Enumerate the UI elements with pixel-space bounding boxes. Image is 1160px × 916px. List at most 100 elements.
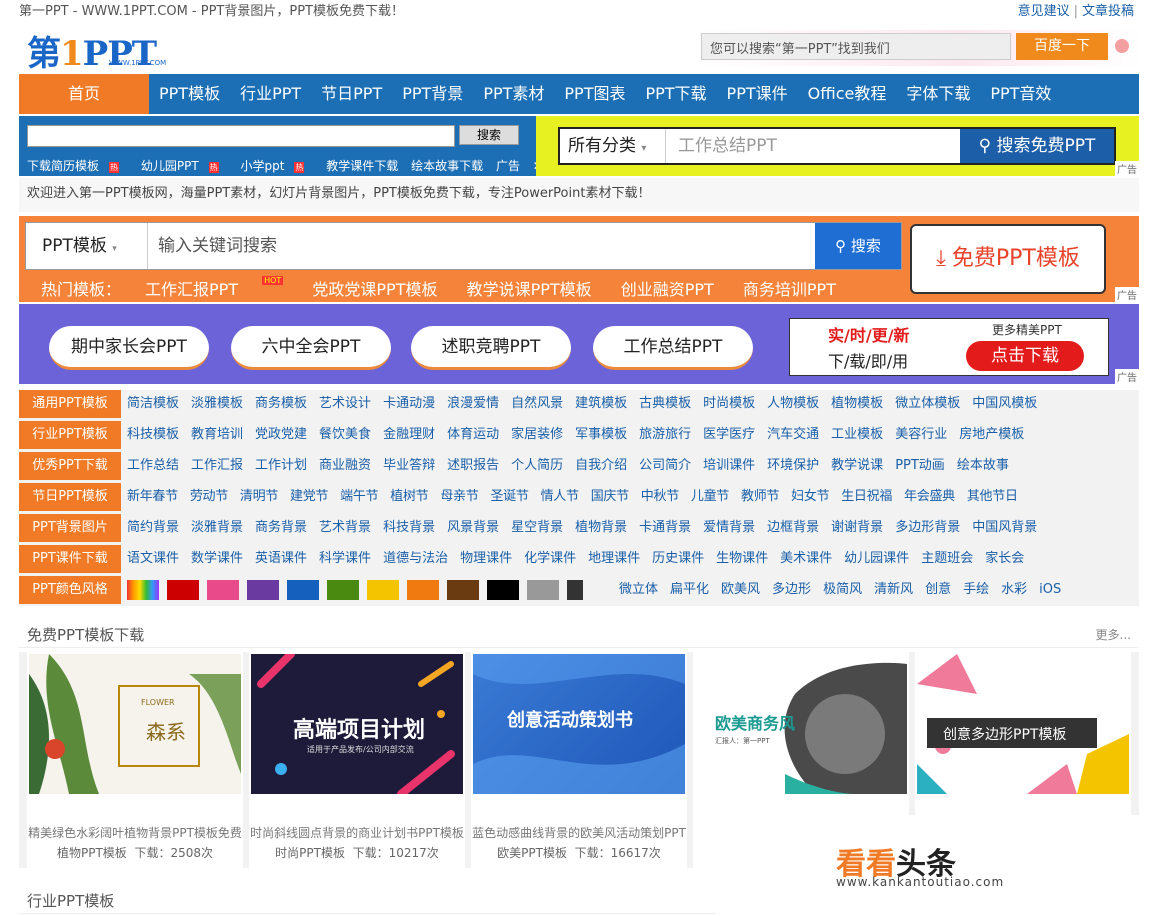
- category-link[interactable]: 植物模板: [831, 396, 883, 411]
- category-link[interactable]: 工作汇报: [191, 458, 243, 473]
- color-swatch[interactable]: [327, 580, 359, 600]
- category-link[interactable]: 教学说课: [831, 458, 883, 473]
- category-link[interactable]: 绘本故事: [957, 458, 1009, 473]
- category-link[interactable]: 主题班会: [921, 551, 973, 566]
- category-link[interactable]: 自然风景: [511, 396, 563, 411]
- category-link[interactable]: 餐饮美食: [319, 427, 371, 442]
- nav-item[interactable]: PPT课件: [717, 74, 798, 114]
- ad-link[interactable]: 下载简历模板热: [27, 159, 128, 173]
- category-link[interactable]: 星空背景: [511, 520, 563, 535]
- style-link[interactable]: 清新风: [874, 582, 913, 597]
- style-link[interactable]: 多边形: [772, 582, 811, 597]
- category-link[interactable]: 母亲节: [440, 489, 478, 504]
- category-link[interactable]: 历史课件: [652, 551, 704, 566]
- nav-item[interactable]: PPT背景: [392, 74, 473, 114]
- category-link[interactable]: 简约背景: [127, 520, 179, 535]
- category-link[interactable]: 科技模板: [127, 427, 179, 442]
- nav-item[interactable]: Office教程: [798, 74, 897, 114]
- category-link[interactable]: 商业融资: [319, 458, 371, 473]
- category-link[interactable]: 浪漫爱情: [447, 396, 499, 411]
- template-title[interactable]: 蓝色动感曲线背景的欧美风活动策划PPT: [471, 824, 687, 841]
- ad-search-button[interactable]: 搜索: [459, 125, 519, 145]
- color-swatch[interactable]: [367, 580, 399, 600]
- category-link[interactable]: 卡通动漫: [383, 396, 435, 411]
- category-link[interactable]: 英语课件: [255, 551, 307, 566]
- style-link[interactable]: 扁平化: [670, 582, 709, 597]
- category-link[interactable]: 工作总结: [127, 458, 179, 473]
- category-link[interactable]: 其他节日: [967, 489, 1018, 504]
- baidu-search-input[interactable]: 您可以搜索“第一PPT”找到我们: [701, 33, 1011, 60]
- category-link[interactable]: 教育培训: [191, 427, 243, 442]
- template-title[interactable]: 时尚斜线圆点背景的商业计划书PPT模板: [249, 824, 465, 841]
- category-link[interactable]: 公司简介: [639, 458, 691, 473]
- hot-item[interactable]: 教学说课PPT模板: [467, 280, 592, 299]
- category-link[interactable]: 爱情背景: [703, 520, 755, 535]
- category-link[interactable]: 端午节: [340, 489, 378, 504]
- category-link[interactable]: 中国风模板: [972, 396, 1037, 411]
- category-link[interactable]: 数学课件: [191, 551, 243, 566]
- template-card[interactable]: 森系 FLOWER 精美绿色水彩阔叶植物背景PPT模板免费 植物PPT模板 下载…: [27, 652, 243, 868]
- category-link[interactable]: 建筑模板: [575, 396, 627, 411]
- category-link[interactable]: 工作计划: [255, 458, 307, 473]
- category-link[interactable]: 植物背景: [575, 520, 627, 535]
- ad-link[interactable]: 绘本故事下载: [411, 159, 483, 173]
- category-link[interactable]: 情人节: [541, 489, 579, 504]
- category-link[interactable]: 述职报告: [447, 458, 499, 473]
- category-link[interactable]: 美术课件: [780, 551, 832, 566]
- category-label[interactable]: PPT背景图片: [19, 514, 121, 542]
- keyword-input[interactable]: 工作总结PPT: [678, 129, 777, 163]
- category-link[interactable]: 淡雅模板: [191, 396, 243, 411]
- click-download-button[interactable]: 点击下载: [966, 341, 1084, 371]
- post-article-link[interactable]: 文章投稿: [1082, 4, 1134, 19]
- category-link[interactable]: 语文课件: [127, 551, 179, 566]
- category-link[interactable]: 清明节: [240, 489, 278, 504]
- color-swatch[interactable]: [527, 580, 559, 600]
- category-link[interactable]: 科学课件: [319, 551, 371, 566]
- category-link[interactable]: 人物模板: [767, 396, 819, 411]
- template-thumbnail[interactable]: 创意活动策划书: [473, 654, 685, 794]
- category-link[interactable]: 劳动节: [190, 489, 228, 504]
- style-link[interactable]: 极简风: [823, 582, 862, 597]
- category-label[interactable]: 通用PPT模板: [19, 390, 121, 418]
- template-thumbnail[interactable]: 森系 FLOWER: [29, 654, 241, 794]
- category-label[interactable]: 节日PPT模板: [19, 483, 121, 511]
- nav-item[interactable]: PPT下载: [635, 74, 716, 114]
- category-link[interactable]: 圣诞节: [490, 489, 528, 504]
- category-link[interactable]: 简洁模板: [127, 396, 179, 411]
- style-link[interactable]: 水彩: [1001, 582, 1027, 597]
- category-label[interactable]: PPT课件下载: [19, 545, 121, 573]
- category-link[interactable]: 家居装修: [511, 427, 563, 442]
- category-link[interactable]: 儿童节: [691, 489, 729, 504]
- color-swatch[interactable]: [127, 580, 159, 600]
- template-thumbnail[interactable]: 欧美商务风 汇报人：第一PPT: [695, 654, 907, 794]
- pill-link[interactable]: 六中全会PPT: [231, 326, 391, 370]
- category-label[interactable]: PPT颜色风格: [19, 576, 121, 604]
- category-select[interactable]: 所有分类 ▾: [560, 129, 666, 163]
- category-link[interactable]: 个人简历: [511, 458, 563, 473]
- category-link[interactable]: 幼儿园课件: [844, 551, 909, 566]
- template-card[interactable]: 高端项目计划 适用于产品发布/公司内部交流 时尚斜线圆点背景的商业计划书PPT模…: [249, 652, 465, 868]
- category-link[interactable]: PPT动画: [895, 458, 945, 473]
- category-link[interactable]: 商务模板: [255, 396, 307, 411]
- category-link[interactable]: 商务背景: [255, 520, 307, 535]
- nav-item[interactable]: PPT音效: [980, 74, 1061, 114]
- color-swatch[interactable]: [167, 580, 199, 600]
- category-link[interactable]: 军事模板: [575, 427, 627, 442]
- category-link[interactable]: 自我介绍: [575, 458, 627, 473]
- template-thumbnail[interactable]: 高端项目计划 适用于产品发布/公司内部交流: [251, 654, 463, 794]
- category-link[interactable]: 汽车交通: [767, 427, 819, 442]
- pill-link[interactable]: 述职竞聘PPT: [411, 326, 571, 370]
- baidu-search-button[interactable]: 百度一下: [1016, 33, 1108, 60]
- nav-item[interactable]: PPT模板: [149, 74, 230, 114]
- category-link[interactable]: 毕业答辩: [383, 458, 435, 473]
- category-link[interactable]: 风景背景: [447, 520, 499, 535]
- ad-search-input[interactable]: [27, 125, 455, 147]
- category-link[interactable]: 古典模板: [639, 396, 691, 411]
- feedback-link[interactable]: 意见建议: [1018, 4, 1070, 19]
- category-link[interactable]: 多边形背景: [895, 520, 960, 535]
- nav-item[interactable]: 节日PPT: [311, 74, 392, 114]
- main-search-input[interactable]: 输入关键词搜索: [158, 223, 277, 269]
- color-swatch[interactable]: [407, 580, 439, 600]
- category-link[interactable]: 医学医疗: [703, 427, 755, 442]
- hot-item[interactable]: 商务培训PPT: [743, 280, 836, 299]
